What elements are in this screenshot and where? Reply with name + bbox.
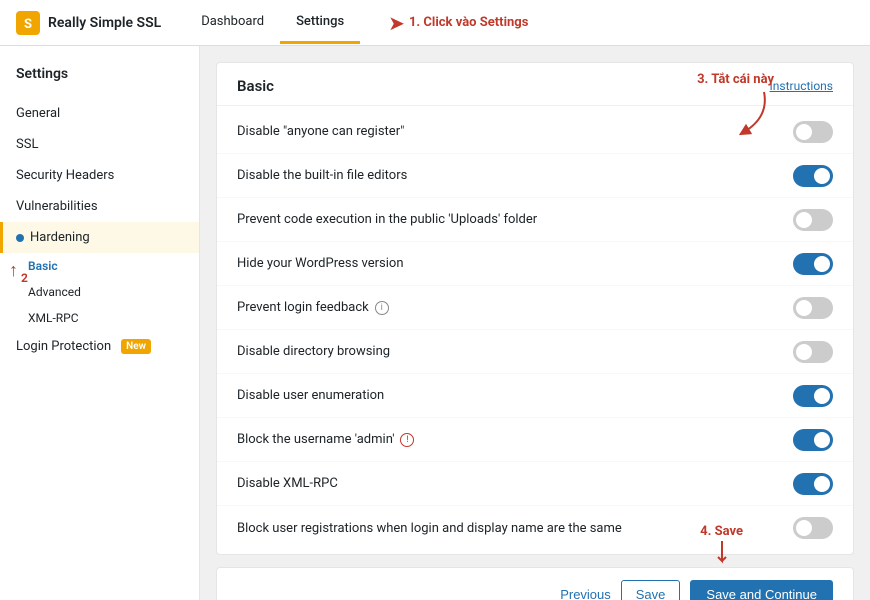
toggle-slider-6 — [793, 385, 833, 407]
arrow-icon: ➤ — [388, 11, 405, 35]
setting-row-2: Prevent code execution in the public 'Up… — [217, 198, 853, 242]
card-body: Disable "anyone can register" Disable th… — [217, 106, 853, 554]
annotation-1: 1. Click vào Settings — [409, 15, 528, 30]
toggle-slider-3 — [793, 253, 833, 275]
card-title: Basic — [237, 77, 274, 95]
active-dot — [16, 234, 24, 242]
setting-label-1: Disable the built-in file editors — [237, 168, 407, 183]
setting-label-7: Block the username 'admin' ! — [237, 432, 414, 447]
sidebar-label-security-headers: Security Headers — [16, 168, 114, 183]
toggle-slider-4 — [793, 297, 833, 319]
setting-label-3: Hide your WordPress version — [237, 256, 404, 271]
sidebar-sub-advanced-label: Advanced — [28, 285, 81, 299]
sidebar-sub-xmlrpc-label: XML-RPC — [28, 311, 79, 325]
new-badge: New — [121, 339, 151, 354]
logo-icon: S — [16, 11, 40, 35]
annotation-2: 2 — [21, 271, 28, 285]
sidebar-item-ssl[interactable]: SSL — [0, 129, 199, 160]
arrow-4-icon — [712, 539, 732, 569]
main-container: Settings General SSL Security Headers Vu… — [0, 46, 870, 600]
setting-row-8: Disable XML-RPC — [217, 462, 853, 506]
nav-links: Dashboard Settings — [185, 2, 360, 44]
arrow-up-icon: ↑ — [9, 260, 18, 281]
content-area: 3. Tắt cái này Basic Instructions Disabl… — [200, 46, 870, 600]
toggle-8[interactable] — [793, 473, 833, 495]
sidebar-item-general[interactable]: General — [0, 98, 199, 129]
info-icon-4[interactable]: i — [375, 301, 389, 315]
sidebar-label-ssl: SSL — [16, 137, 38, 152]
toggle-3[interactable] — [793, 253, 833, 275]
nav-settings[interactable]: Settings — [280, 2, 360, 44]
footer-card: 4. Save Previous Save Save and Continue — [216, 567, 854, 600]
svg-text:S: S — [24, 17, 32, 32]
sidebar-sub-basic[interactable]: Basic — [0, 253, 199, 279]
toggle-2[interactable] — [793, 209, 833, 231]
sidebar-label-hardening: Hardening — [30, 230, 90, 245]
setting-row-9: Block user registrations when login and … — [217, 506, 853, 550]
toggle-slider-2 — [793, 209, 833, 231]
sidebar-label-general: General — [16, 106, 60, 121]
annotation-4: 4. Save — [700, 524, 743, 569]
setting-row-6: Disable user enumeration — [217, 374, 853, 418]
sidebar-sub-xmlrpc[interactable]: XML-RPC — [0, 305, 199, 331]
nav-dashboard[interactable]: Dashboard — [185, 2, 280, 44]
nav-annotation: ➤ 1. Click vào Settings — [388, 11, 528, 35]
sidebar-label-vulnerabilities: Vulnerabilities — [16, 199, 98, 214]
instructions-link[interactable]: Instructions — [770, 79, 833, 93]
setting-row-1: Disable the built-in file editors — [217, 154, 853, 198]
toggle-6[interactable] — [793, 385, 833, 407]
basic-settings-card: Basic Instructions Disable "anyone can r… — [216, 62, 854, 555]
sidebar: Settings General SSL Security Headers Vu… — [0, 46, 200, 600]
warning-icon-7[interactable]: ! — [400, 433, 414, 447]
sidebar-item-security-headers[interactable]: Security Headers — [0, 160, 199, 191]
logo-text: Really Simple SSL — [48, 15, 161, 31]
save-button[interactable]: Save — [621, 580, 681, 600]
toggle-slider-8 — [793, 473, 833, 495]
toggle-slider-0 — [793, 121, 833, 143]
setting-label-6: Disable user enumeration — [237, 388, 384, 403]
sidebar-item-hardening[interactable]: Hardening ↑ 2 — [0, 222, 199, 253]
setting-label-4: Prevent login feedback i — [237, 300, 389, 315]
sidebar-item-login-protection[interactable]: Login Protection New — [0, 331, 199, 362]
toggle-0[interactable] — [793, 121, 833, 143]
sidebar-sub-advanced[interactable]: Advanced — [0, 279, 199, 305]
setting-label-9: Block user registrations when login and … — [237, 521, 622, 536]
toggle-1[interactable] — [793, 165, 833, 187]
setting-label-5: Disable directory browsing — [237, 344, 390, 359]
toggle-9[interactable] — [793, 517, 833, 539]
annotation-3-container: 3. Tắt cái này Basic Instructions Disabl… — [216, 62, 854, 555]
toggle-slider-5 — [793, 341, 833, 363]
setting-row-7: Block the username 'admin' ! — [217, 418, 853, 462]
sidebar-label-login-protection: Login Protection — [16, 339, 111, 354]
toggle-slider-1 — [793, 165, 833, 187]
card-header: Basic Instructions — [217, 63, 853, 106]
setting-row-5: Disable directory browsing — [217, 330, 853, 374]
previous-button[interactable]: Previous — [560, 587, 611, 600]
top-bar: S Really Simple SSL Dashboard Settings ➤… — [0, 0, 870, 46]
setting-label-0: Disable "anyone can register" — [237, 124, 404, 139]
toggle-5[interactable] — [793, 341, 833, 363]
setting-row-4: Prevent login feedback i — [217, 286, 853, 330]
toggle-slider-7 — [793, 429, 833, 451]
sidebar-sub-basic-label: Basic — [28, 259, 58, 273]
sidebar-title: Settings — [0, 66, 199, 98]
save-continue-button[interactable]: Save and Continue — [690, 580, 833, 600]
setting-label-2: Prevent code execution in the public 'Up… — [237, 212, 537, 227]
setting-row-3: Hide your WordPress version — [217, 242, 853, 286]
sidebar-item-vulnerabilities[interactable]: Vulnerabilities — [0, 191, 199, 222]
toggle-7[interactable] — [793, 429, 833, 451]
setting-label-8: Disable XML-RPC — [237, 476, 338, 491]
toggle-slider-9 — [793, 517, 833, 539]
logo: S Really Simple SSL — [16, 11, 161, 35]
setting-row-0: Disable "anyone can register" — [217, 110, 853, 154]
toggle-4[interactable] — [793, 297, 833, 319]
